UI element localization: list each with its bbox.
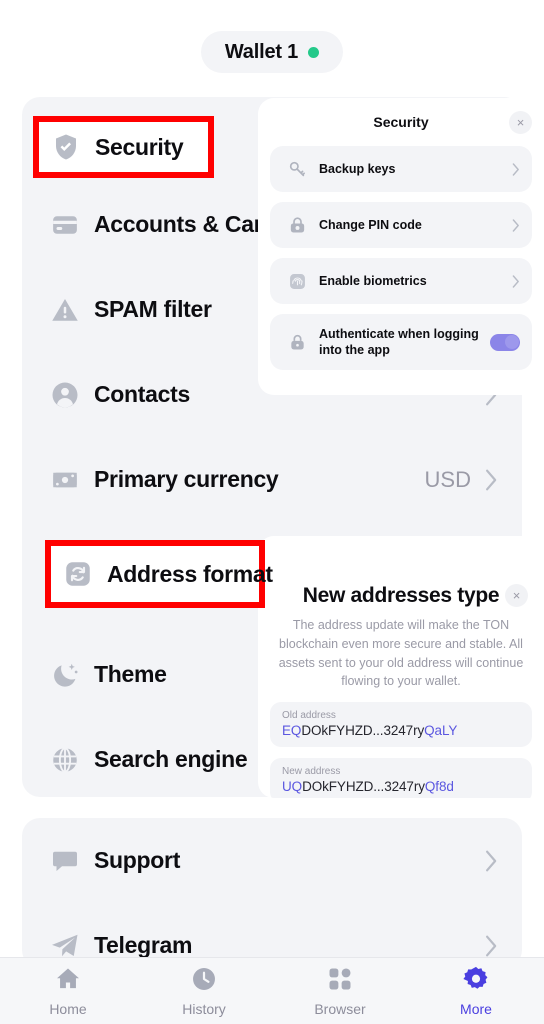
wallet-name: Wallet 1 xyxy=(224,40,299,63)
security-row-backup-keys[interactable]: Backup keys xyxy=(270,146,532,192)
new-address-middle: DOkFYHZD...3247ry xyxy=(302,779,425,794)
new-address-prefix: UQ xyxy=(282,779,303,794)
annotation-box-security xyxy=(33,116,214,178)
old-address-value: EQDOkFYHZD...3247ryQaLY xyxy=(282,723,520,738)
new-address-box[interactable]: New address UQDOkFYHZD...3247ryQf8d xyxy=(270,758,532,798)
chevron-right-icon xyxy=(485,935,498,957)
home-icon xyxy=(54,965,82,998)
chevron-right-icon xyxy=(485,850,498,872)
chevron-right-icon xyxy=(485,469,498,491)
chat-bubble-icon xyxy=(44,846,86,876)
wallet-selector-pill[interactable]: Wallet 1 xyxy=(201,31,343,73)
nav-item-label: More xyxy=(460,1001,492,1017)
clock-icon xyxy=(190,965,218,998)
sidebar-item-primary-currency[interactable]: Primary currency USD xyxy=(22,437,522,522)
nav-item-label: Home xyxy=(49,1001,87,1017)
security-row-label: Authenticate when logging into the app xyxy=(319,326,479,358)
sidebar-item-label: Search engine xyxy=(94,746,248,772)
old-address-middle: DOkFYHZD...3247ry xyxy=(301,723,425,738)
new-address-label: New address xyxy=(282,766,341,777)
nav-item-browser[interactable]: Browser xyxy=(272,958,408,1024)
security-row-authenticate-login[interactable]: Authenticate when logging into the app xyxy=(270,314,532,370)
chevron-right-icon xyxy=(504,162,520,176)
new-address-suffix: Qf8d xyxy=(424,779,454,794)
new-address-value: UQDOkFYHZD...3247ryQf8d xyxy=(282,779,520,794)
nav-item-home[interactable]: Home xyxy=(0,958,136,1024)
security-panel-title: Security xyxy=(373,114,429,130)
nav-item-history[interactable]: History xyxy=(136,958,272,1024)
close-icon[interactable]: × xyxy=(505,584,528,607)
sidebar-item-label: Theme xyxy=(94,661,167,687)
nav-item-label: Browser xyxy=(314,1001,366,1017)
warning-triangle-icon xyxy=(44,295,86,325)
close-icon[interactable]: × xyxy=(509,111,532,134)
gear-icon xyxy=(462,965,490,998)
primary-currency-value: USD xyxy=(424,466,471,492)
grid-icon xyxy=(326,965,354,998)
annotation-box-address-format xyxy=(45,540,265,608)
person-circle-icon xyxy=(44,380,86,410)
wallet-status-dot xyxy=(308,46,320,58)
security-row-label: Enable biometrics xyxy=(319,273,427,288)
security-row-enable-biometrics[interactable]: Enable biometrics xyxy=(270,258,532,304)
sidebar-item-label: Contacts xyxy=(94,381,191,407)
lock-refresh-icon xyxy=(284,216,310,235)
security-row-change-pin-code[interactable]: Change PIN code xyxy=(270,202,532,248)
old-address-box[interactable]: Old address EQDOkFYHZD...3247ryQaLY xyxy=(270,702,532,747)
security-row-label: Backup keys xyxy=(319,161,396,176)
old-address-prefix: EQ xyxy=(282,723,302,738)
sidebar-item-support[interactable]: Support xyxy=(22,818,522,903)
old-address-label: Old address xyxy=(282,710,336,721)
old-address-suffix: QaLY xyxy=(424,723,458,738)
settings-card-links: Support Telegram xyxy=(22,818,522,968)
new-addresses-type-title: New addresses type xyxy=(302,584,500,607)
nav-item-more[interactable]: More xyxy=(408,958,544,1024)
sidebar-item-label: SPAM filter xyxy=(94,296,212,322)
sidebar-item-label: Primary currency xyxy=(94,466,279,492)
credit-card-icon xyxy=(44,210,86,240)
telegram-plane-icon xyxy=(44,931,86,961)
chevron-right-icon xyxy=(504,274,520,288)
security-panel: Security × Backup keys Change PIN code E… xyxy=(258,98,544,395)
new-addresses-type-panel: × New addresses type The address update … xyxy=(258,536,544,798)
security-row-label: Change PIN code xyxy=(319,217,422,232)
bottom-navigation-bar: Home History Browser More xyxy=(0,957,544,1024)
fingerprint-icon xyxy=(284,272,310,291)
sidebar-item-label: Telegram xyxy=(94,932,193,958)
moon-stars-icon xyxy=(44,660,86,690)
new-addresses-type-description: The address update will make the TON blo… xyxy=(278,618,524,689)
nav-item-label: History xyxy=(182,1001,226,1017)
globe-icon xyxy=(44,745,86,775)
sidebar-item-label: Support xyxy=(94,847,181,873)
banknote-icon xyxy=(44,465,86,495)
authenticate-login-toggle[interactable] xyxy=(490,333,520,351)
chevron-right-icon xyxy=(504,218,520,232)
lock-icon xyxy=(284,333,310,352)
key-icon xyxy=(284,160,310,179)
security-panel-header: Security × xyxy=(258,98,544,146)
